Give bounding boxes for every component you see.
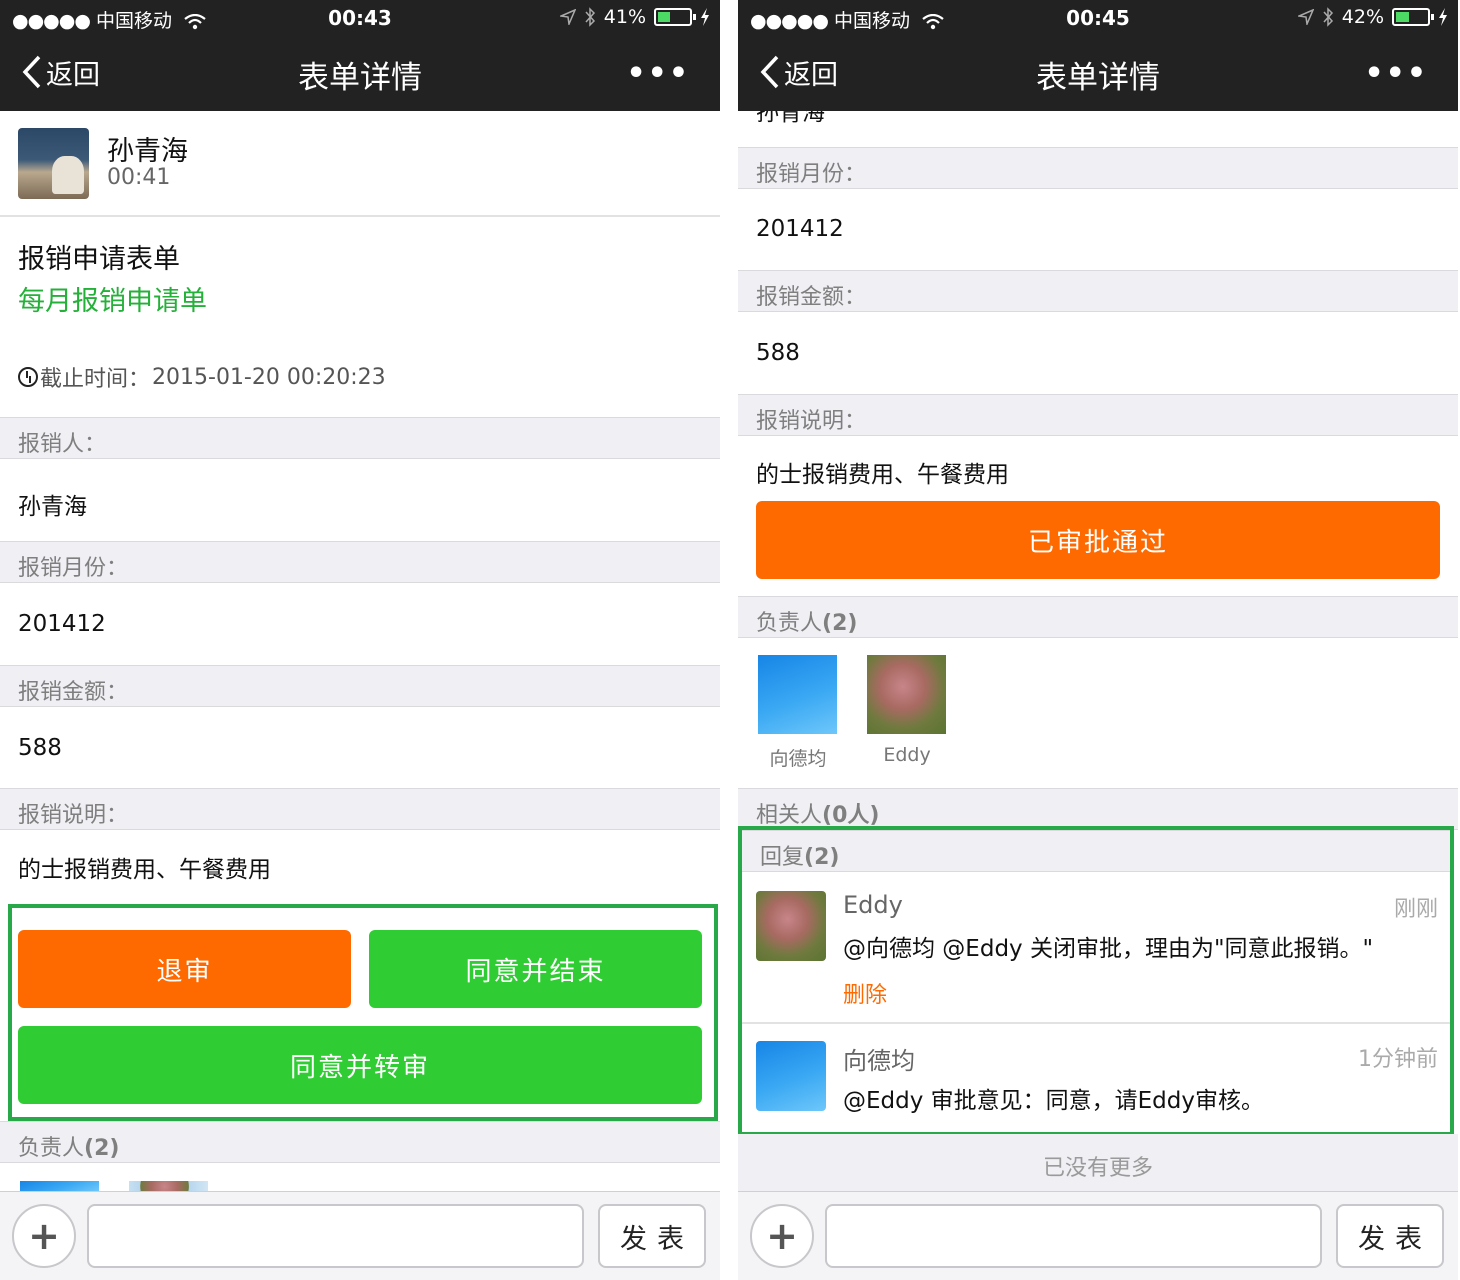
month-value: 201412 [18,611,106,637]
author-time: 00:41 [107,165,171,190]
battery-percent: 42% [1341,6,1384,28]
author-name: 孙青海 [107,136,188,167]
assignee-avatar [758,655,837,734]
send-button[interactable]: 发表 [598,1204,706,1268]
approve-forward-button[interactable]: 同意并转审 [18,1026,702,1104]
status-indicators: 41% [559,6,710,28]
assignee-name: Eddy [883,744,931,766]
related-header: 相关人(0人) [738,788,1458,830]
month-value: 201412 [756,216,844,242]
page-title: 表单详情 [298,60,422,96]
clock-icon [18,367,38,387]
deadline: 截止时间： 2015-01-20 00:20:23 [18,361,386,393]
reply-avatar[interactable] [756,891,826,961]
reply-text: @向德均 @Eddy 关闭审批，理由为"同意此报销。" [843,936,1374,962]
form-title: 报销申请表单 [18,244,180,275]
assignees-count: (2) [822,611,858,636]
top-bar: ●●●●● 中国移动 00:45 42% 返回 表单详情 ••• [738,0,1458,111]
assignee-name: 向德均 [769,748,827,770]
form-content: 孙青海 00:41 报销申请表单 每月报销申请单 截止时间： 2015-01-2… [0,111,720,1191]
plus-button[interactable]: + [750,1204,814,1268]
description-label: 报销说明： [738,394,1458,436]
assignees-label: 负责人 [18,1136,85,1161]
plus-button[interactable]: + [12,1204,76,1268]
deadline-value: 2015-01-20 00:20:23 [152,364,386,390]
status-indicators: 42% [1297,6,1448,28]
location-icon [1297,9,1314,25]
charging-icon [1439,8,1447,26]
assignee-item[interactable]: Eddy [867,655,947,766]
assignees-count: (2) [84,1136,120,1161]
description-value: 的士报销费用、午餐费用 [18,857,271,883]
month-label: 报销月份： [0,541,720,583]
related-label: 相关人 [756,803,823,828]
location-icon [559,9,576,25]
reply-text: @Eddy 审批意见：同意，请Eddy审核。 [843,1088,1264,1114]
comment-input[interactable] [87,1204,584,1268]
amount-value: 588 [756,340,800,366]
applicant-value: 孙青海 [18,494,87,520]
related-count: (0人) [822,803,880,828]
deadline-label: 截止时间： [40,367,151,392]
reply-avatar[interactable] [756,1041,826,1111]
more-button[interactable]: ••• [626,56,690,91]
reply-author: 向德均 [843,1047,915,1075]
month-label: 报销月份： [738,147,1458,189]
divider [0,215,720,217]
replies-header: 回复(2) [742,830,1450,872]
author-avatar[interactable] [18,128,89,199]
description-value: 的士报销费用、午餐费用 [756,462,1009,488]
no-more-label: 已没有更多 [738,1134,1458,1191]
assignee-item[interactable]: 向德均 [758,655,838,771]
assignees-header: 负责人(2) [738,596,1458,638]
comment-bar: + 发表 [738,1191,1458,1280]
assignee-avatar[interactable] [20,1181,99,1191]
amount-value: 588 [18,735,62,761]
assignees-label: 负责人 [756,611,823,636]
assignee-avatar [867,655,946,734]
delete-reply-button[interactable]: 删除 [843,977,887,1009]
bluetooth-icon [1323,7,1333,27]
replies-count: (2) [804,845,840,870]
send-button[interactable]: 发表 [1336,1204,1444,1268]
reply-time: 刚刚 [1393,897,1438,922]
approved-status-button[interactable]: 已审批通过 [756,501,1440,579]
applicant-label: 报销人： [0,417,720,459]
applicant-value-partial: 孙青海 [756,111,825,126]
amount-label: 报销金额： [0,665,720,707]
charging-icon [701,8,709,26]
reply-author: Eddy [843,891,903,919]
comment-bar: + 发表 [0,1191,720,1280]
more-button[interactable]: ••• [1364,56,1428,91]
replies-label: 回复 [760,845,805,870]
assignee-avatar[interactable] [129,1181,208,1191]
phone-screen-right: ●●●●● 中国移动 00:45 42% 返回 表单详情 ••• 孙青海 报销月… [738,0,1458,1280]
approve-end-button[interactable]: 同意并结束 [369,930,702,1008]
battery-percent: 41% [603,6,646,28]
assignees-header: 负责人(2) [0,1121,720,1163]
battery-icon [654,8,696,26]
divider [742,1022,1450,1024]
top-bar: ●●●●● 中国移动 00:43 41% 返回 表单详情 ••• [0,0,720,111]
page-title: 表单详情 [1036,60,1160,96]
form-subtitle[interactable]: 每月报销申请单 [18,279,207,318]
bluetooth-icon [585,7,595,27]
reply-time: 1分钟前 [1358,1047,1438,1072]
battery-icon [1392,8,1434,26]
phone-screen-left: ●●●●● 中国移动 00:43 41% 返回 表单详情 ••• 孙青海 00:… [0,0,720,1280]
comment-input[interactable] [825,1204,1322,1268]
reject-button[interactable]: 退审 [18,930,351,1008]
description-label: 报销说明： [0,788,720,830]
form-content: 孙青海 报销月份： 201412 报销金额： 588 报销说明： 的士报销费用、… [738,111,1458,1191]
amount-label: 报销金额： [738,270,1458,312]
